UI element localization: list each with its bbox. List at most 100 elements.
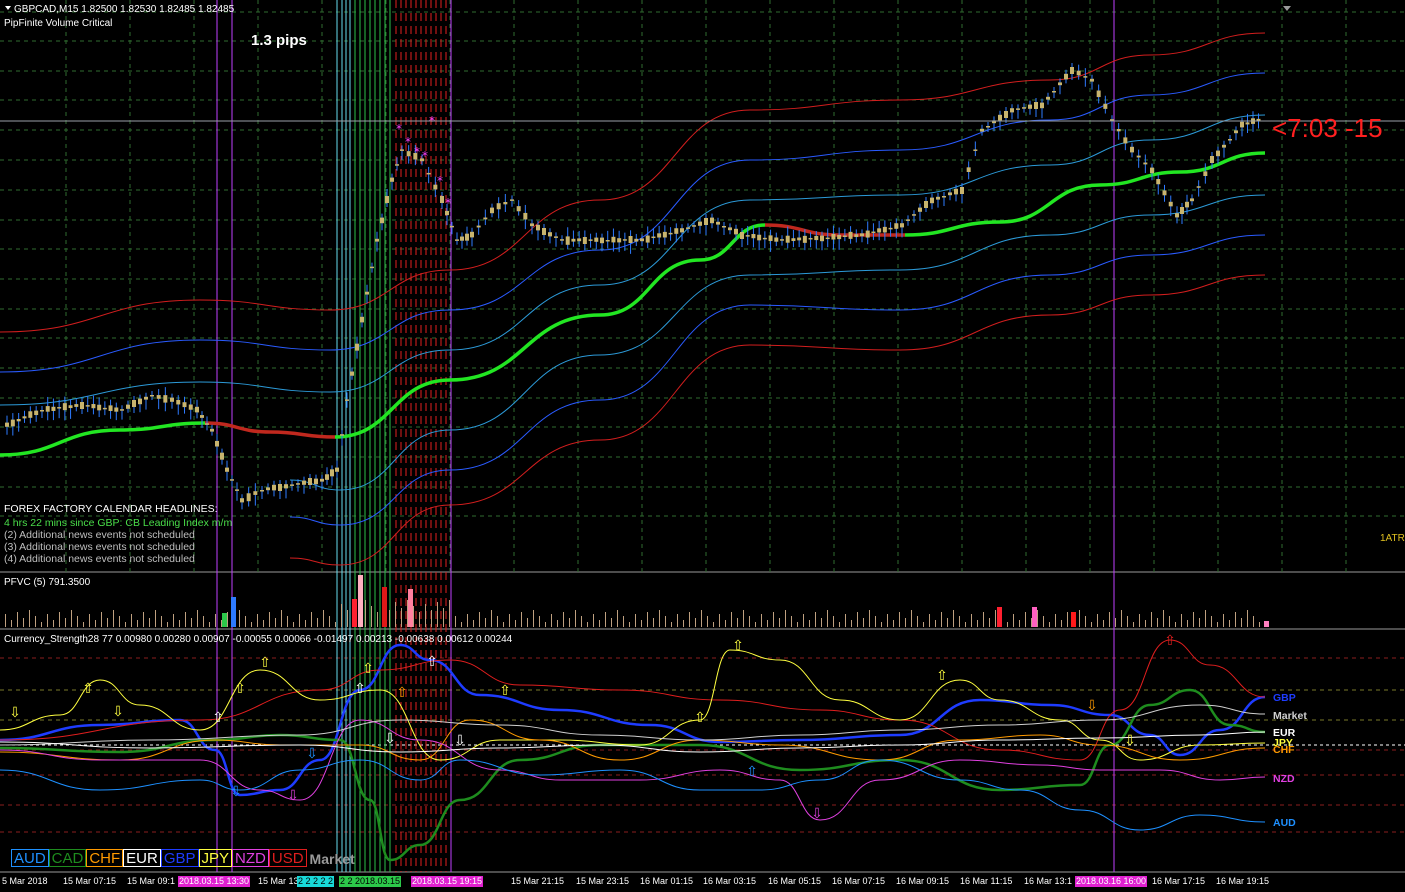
legend-market[interactable]: Market — [307, 849, 358, 867]
volume-bar — [311, 612, 312, 627]
candle-body — [302, 480, 306, 485]
candle-body — [330, 469, 334, 477]
candle-body — [215, 440, 219, 447]
candle-body — [390, 177, 394, 182]
candle-body — [375, 238, 379, 242]
legend-usd[interactable]: USD — [268, 849, 307, 867]
chart-canvas[interactable]: **** *** ⇩⇧⇩ ⇧⇧⇧⇩ ⇩⇩⇧⇧⇩⇧⇧⇩⇧⇧⇧⇧⇩⇧⇩⇩⇧ — [0, 0, 1405, 892]
candle-body — [483, 217, 488, 220]
candle-body — [820, 235, 824, 242]
volume-bar — [191, 618, 192, 627]
volume-bar — [1235, 612, 1236, 627]
strength-arrow-icon: ⇩ — [306, 746, 318, 762]
candle-body — [960, 187, 964, 194]
volume-bar — [587, 622, 588, 627]
candle-body — [668, 232, 673, 235]
pfvc-label: PFVC (5) 791.3500 — [4, 577, 91, 588]
candle-body — [1234, 130, 1238, 134]
candle-body — [751, 234, 756, 239]
candle-body — [246, 493, 251, 502]
candle-body — [170, 397, 174, 402]
candle-body — [355, 343, 359, 351]
volume-bar — [461, 622, 462, 627]
candle-body — [1076, 70, 1081, 76]
event-time-highlight: 2018.03.15 19:15 — [411, 876, 484, 887]
volume-bar — [677, 614, 678, 627]
candle-body — [588, 239, 593, 241]
volume-bar — [377, 612, 378, 627]
strength-arrow-icon: ⇧ — [362, 661, 374, 677]
legend-eur[interactable]: EUR — [123, 849, 161, 867]
volume-bar — [131, 614, 132, 627]
volume-bar — [785, 610, 786, 627]
candle-body — [16, 419, 21, 422]
volume-bar — [815, 612, 816, 627]
volume-bar — [1139, 614, 1140, 627]
candle-body — [97, 404, 102, 411]
candle-body — [842, 235, 847, 237]
volume-bar — [791, 616, 792, 627]
candle-body — [370, 266, 374, 269]
volume-bar — [281, 610, 282, 627]
volume-bar — [455, 616, 456, 627]
candle-body — [617, 238, 622, 243]
legend-jpy[interactable]: JPY — [198, 849, 233, 867]
volume-bar — [275, 618, 276, 627]
legend-nzd[interactable]: NZD — [232, 849, 269, 867]
volume-bar — [1007, 622, 1008, 627]
volume-bar — [89, 614, 90, 627]
volume-bar-highlight — [352, 599, 357, 627]
candle-body — [406, 151, 411, 157]
time-label: 15 Mar 09:1 — [127, 876, 176, 886]
candle-body — [1228, 139, 1232, 141]
currency-legend: AUD CAD CHF EUR GBP JPY NZD USD Market — [11, 849, 358, 867]
star-marker: * — [422, 149, 428, 163]
candle-body — [114, 407, 119, 412]
event-time-highlight: 2018.03.16 16:00 — [1075, 876, 1148, 887]
volume-bar — [773, 612, 774, 627]
candle-body — [62, 403, 67, 411]
volume-bar — [113, 610, 114, 627]
legend-chf[interactable]: CHF — [86, 849, 124, 867]
candle-body — [1083, 76, 1088, 78]
candle-body — [1090, 78, 1094, 82]
candle-body — [1130, 146, 1134, 153]
candle-body — [565, 236, 570, 245]
candle-body — [40, 410, 44, 412]
candle-body — [1175, 213, 1179, 218]
candle-body — [536, 224, 540, 231]
volume-bar — [989, 618, 990, 627]
legend-gbp[interactable]: GBP — [160, 849, 199, 867]
candle-body — [1022, 107, 1026, 109]
candle-body — [548, 232, 552, 237]
candle-body — [797, 237, 802, 241]
legend-cad[interactable]: CAD — [48, 849, 87, 867]
volume-bar — [1187, 620, 1188, 627]
candle-body — [740, 232, 744, 239]
volume-bar — [29, 610, 30, 627]
legend-aud[interactable]: AUD — [11, 849, 49, 867]
volume-bar — [707, 616, 708, 627]
candle-body — [132, 400, 136, 407]
star-marker: * — [396, 122, 402, 136]
candle-body — [510, 199, 514, 201]
candle-body — [314, 478, 318, 485]
volume-bar — [1205, 610, 1206, 627]
candle-body — [57, 407, 62, 409]
candle-body — [594, 237, 599, 242]
volume-bar — [665, 616, 666, 627]
volume-bar — [185, 612, 186, 627]
candle-body — [640, 238, 644, 242]
volume-bar — [629, 622, 630, 627]
volume-bar — [611, 618, 612, 627]
volume-bar — [53, 620, 54, 627]
volume-bar — [1181, 614, 1182, 627]
candle-body — [628, 236, 633, 243]
volume-bar — [779, 618, 780, 627]
candle-body — [808, 237, 813, 240]
volume-bar — [953, 610, 954, 627]
candle-body — [791, 238, 796, 242]
volume-bar — [809, 620, 810, 627]
news-line-2: (2) Additional news events not scheduled — [4, 529, 195, 541]
volume-bar — [401, 608, 402, 627]
